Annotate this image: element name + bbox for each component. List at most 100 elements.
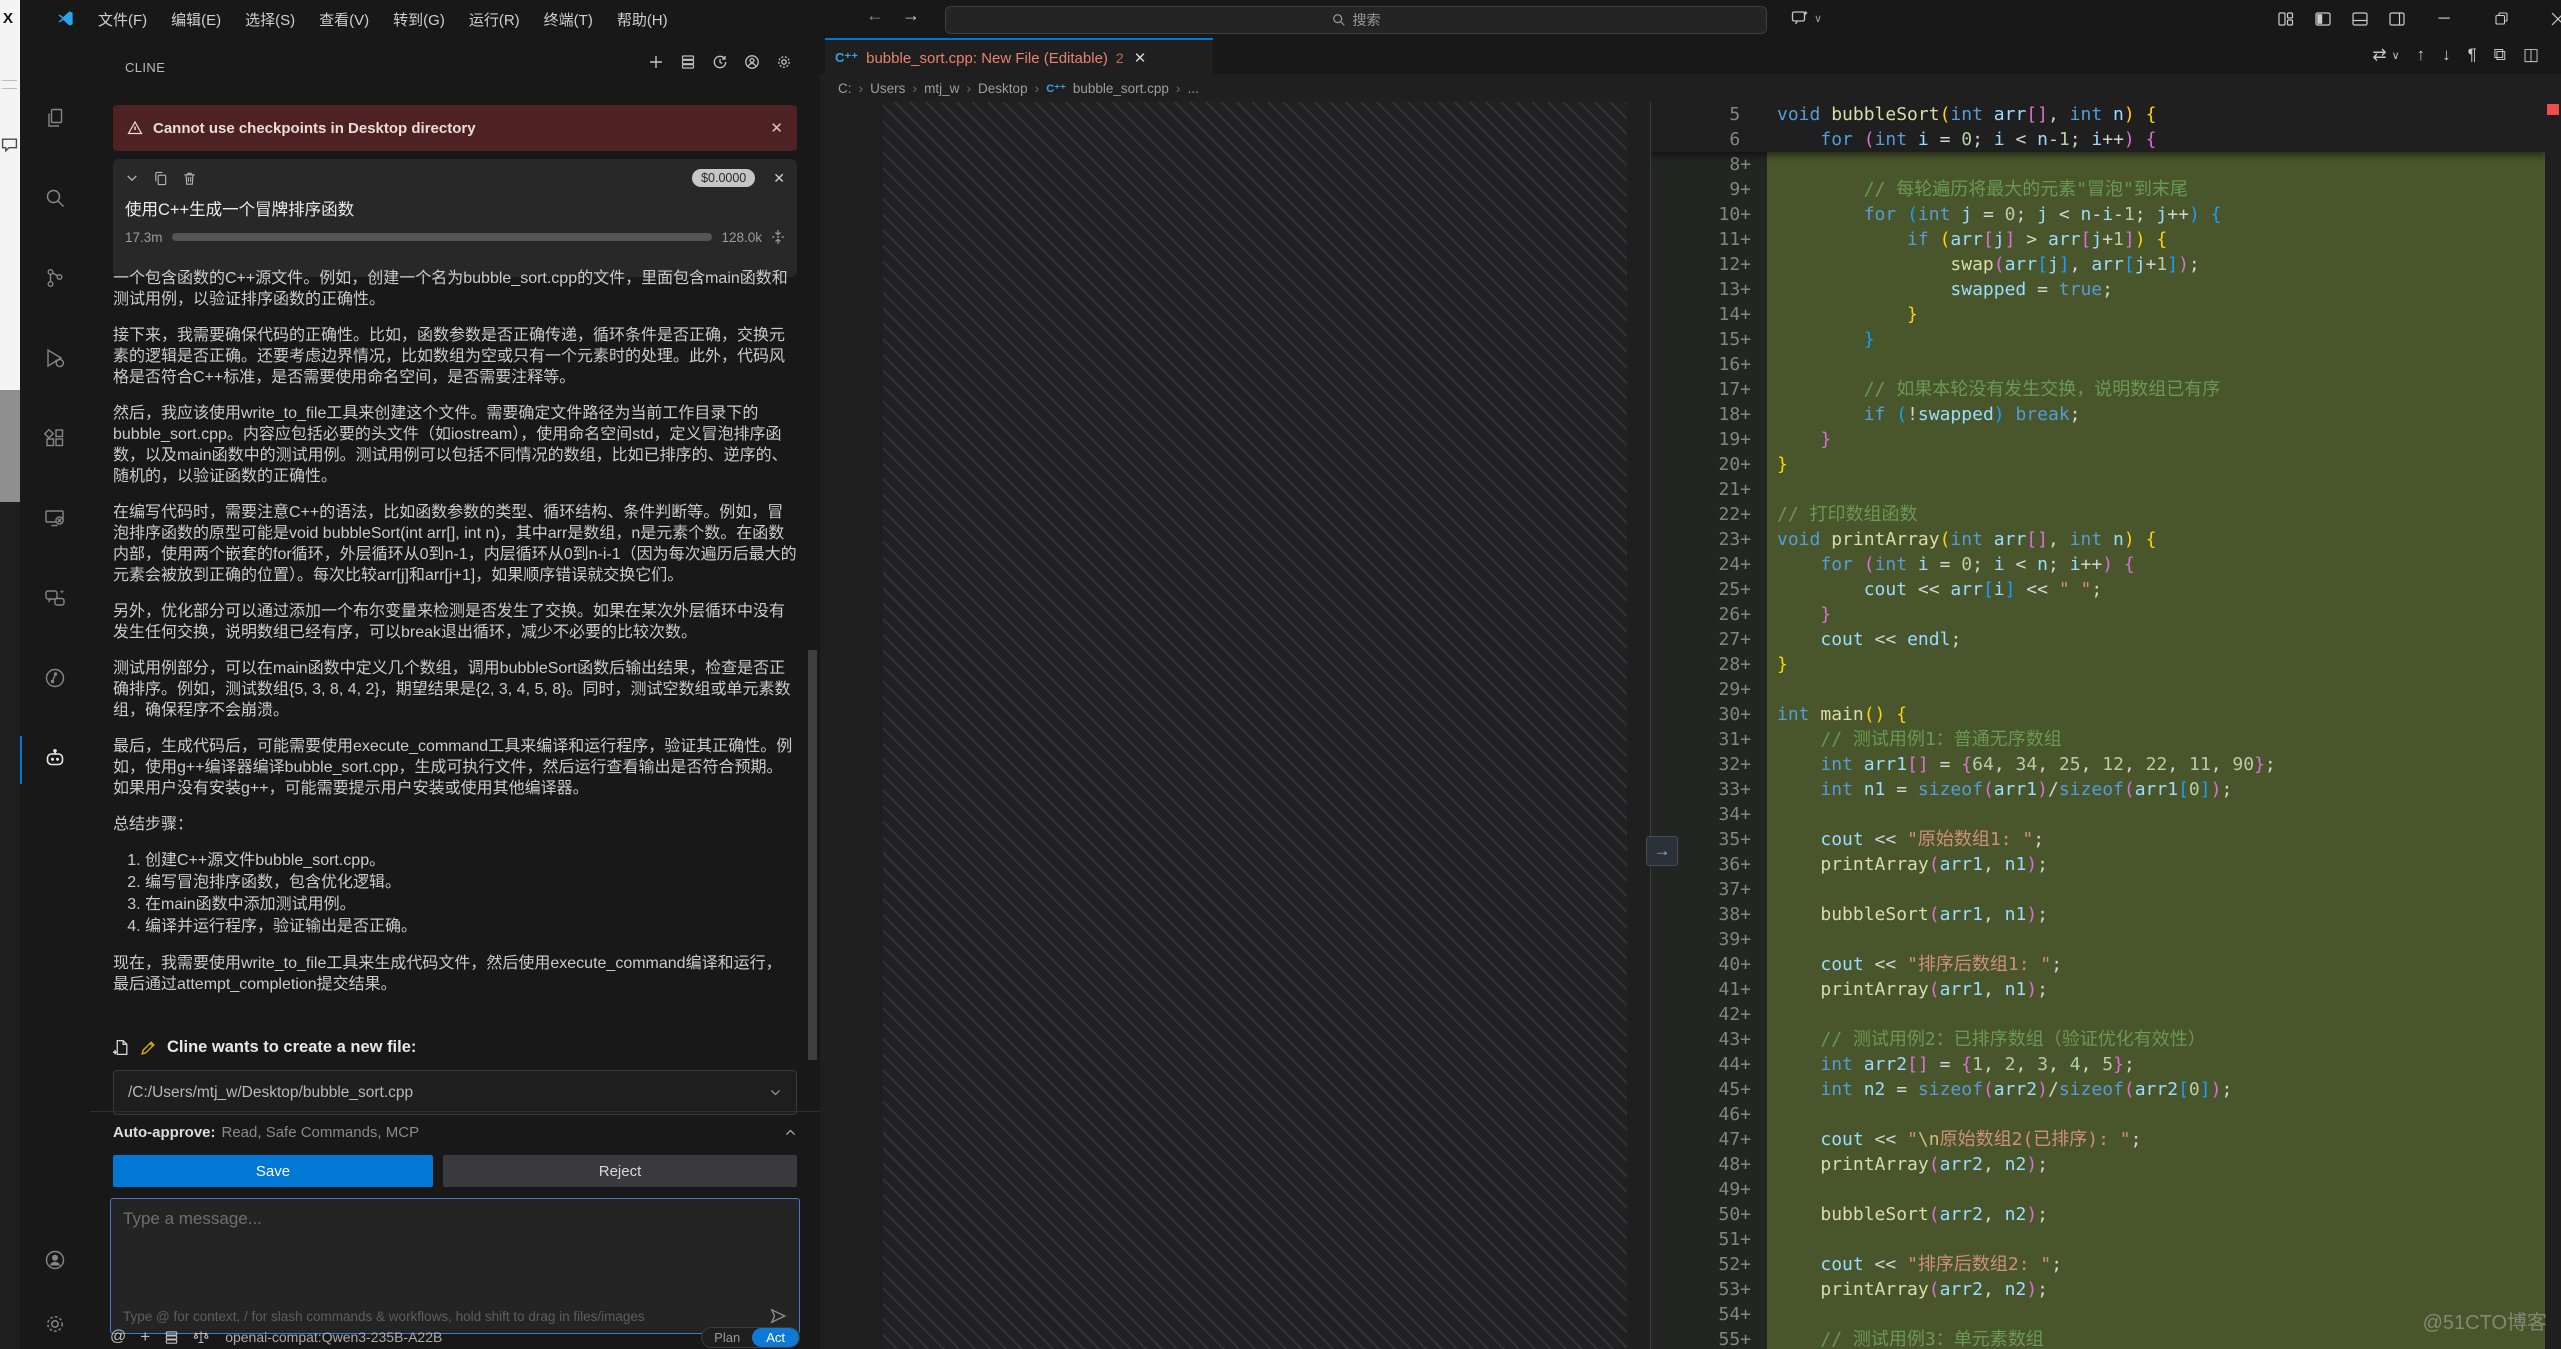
chevron-down-icon: [769, 1086, 782, 1099]
code-added-line: 26+ }: [1651, 602, 2545, 627]
line-number: 24+: [1651, 552, 1767, 577]
code-added-line: 17+ // 如果本轮没有发生交换，说明数组已有序: [1651, 377, 2545, 402]
tab-bubble-sort[interactable]: C⁺⁺ bubble_sort.cpp: New File (Editable)…: [825, 38, 1213, 76]
overview-ruler[interactable]: [2545, 102, 2561, 1349]
line-number: 5: [1651, 102, 1767, 127]
new-file-path-box[interactable]: /C:/Users/mtj_w/Desktop/bubble_sort.cpp: [113, 1070, 797, 1115]
plan-act-toggle[interactable]: Plan Act: [701, 1327, 800, 1348]
act-mode-option[interactable]: Act: [752, 1328, 799, 1347]
context-compress-icon[interactable]: [771, 229, 785, 245]
search-sidebar-icon[interactable]: [43, 186, 67, 210]
explorer-icon[interactable]: [43, 106, 67, 130]
breadcrumb-file[interactable]: bubble_sort.cpp: [1073, 81, 1169, 96]
menu-run[interactable]: 运行(R): [459, 5, 530, 34]
line-number: 8+: [1651, 152, 1767, 177]
breadcrumb-item[interactable]: C:: [838, 81, 852, 96]
toggle-secondary-sidebar-icon[interactable]: [2389, 11, 2405, 27]
restore-button[interactable]: [2478, 0, 2524, 37]
message-input[interactable]: Type a message... Type @ for context, / …: [110, 1198, 800, 1334]
customize-layout-icon[interactable]: [2278, 11, 2294, 27]
task-close-icon[interactable]: ✕: [773, 170, 785, 187]
copilot-chat-button[interactable]: ∨: [1790, 8, 1822, 28]
line-number: 31+: [1651, 727, 1767, 752]
code-added-line: 42+: [1651, 1002, 2545, 1027]
toggle-primary-sidebar-icon[interactable]: [2315, 11, 2331, 27]
menu-edit[interactable]: 编辑(E): [161, 5, 231, 34]
next-change-icon[interactable]: ↓: [2442, 45, 2451, 65]
toggle-panel-icon[interactable]: [2352, 11, 2368, 27]
source-control-graph-icon[interactable]: [43, 666, 67, 690]
task-delete-icon[interactable]: [182, 171, 197, 186]
menu-selection[interactable]: 选择(S): [235, 5, 305, 34]
task-collapse-chevron-icon[interactable]: [125, 171, 139, 185]
edit-file-icon: [140, 1039, 157, 1056]
nav-forward-icon[interactable]: →: [898, 5, 924, 26]
breadcrumb[interactable]: C:›Users›mtj_w›Desktop›C⁺⁺bubble_sort.cp…: [838, 74, 2561, 102]
run-debug-icon[interactable]: [43, 346, 67, 370]
code-sticky-line: 5 void bubbleSort(int arr[], int n) {: [1651, 102, 2545, 127]
tab-close-icon[interactable]: ✕: [1134, 49, 1147, 67]
model-selector[interactable]: openai-compat:Qwen3-235B-A22B: [225, 1329, 442, 1345]
line-number: 42+: [1651, 1002, 1767, 1027]
mcp-rack-icon[interactable]: [164, 1330, 179, 1345]
breadcrumb-more[interactable]: ...: [1188, 81, 1199, 96]
minimize-button[interactable]: ─: [2421, 0, 2467, 37]
mcp-servers-icon[interactable]: [680, 54, 696, 70]
breadcrumb-item[interactable]: mtj_w: [924, 81, 959, 96]
extensions-icon[interactable]: [43, 426, 67, 450]
task-copy-icon[interactable]: [153, 171, 168, 186]
line-number: 52+: [1651, 1252, 1767, 1277]
overlay-close-icon[interactable]: X: [3, 10, 13, 27]
code-added-line: 11+ if (arr[j] > arr[j+1]) {: [1651, 227, 2545, 252]
close-window-button[interactable]: [2535, 0, 2561, 37]
error-close-icon[interactable]: ✕: [770, 119, 783, 137]
save-button[interactable]: Save: [113, 1155, 433, 1187]
menu-go[interactable]: 转到(G): [383, 5, 455, 34]
open-preview-icon[interactable]: ⧉: [2494, 45, 2506, 65]
title-bar: 文件(F)编辑(E)选择(S)查看(V)转到(G)运行(R)终端(T)帮助(H)…: [0, 0, 2561, 39]
new-task-icon[interactable]: [648, 54, 664, 70]
remote-explorer-icon[interactable]: [43, 506, 67, 530]
source-control-icon[interactable]: [43, 266, 67, 290]
open-changes-icon[interactable]: ⇄: [2372, 45, 2386, 65]
menu-view[interactable]: 查看(V): [309, 5, 379, 34]
menu-terminal[interactable]: 终端(T): [534, 5, 603, 34]
add-context-icon[interactable]: +: [140, 1327, 150, 1347]
search-input[interactable]: 搜索: [945, 6, 1767, 34]
chat-sessions-icon[interactable]: [43, 586, 67, 610]
line-number: 17+: [1651, 377, 1767, 402]
rules-scale-icon[interactable]: [193, 1329, 209, 1345]
plan-mode-option[interactable]: Plan: [702, 1328, 752, 1347]
menu-help[interactable]: 帮助(H): [607, 5, 678, 34]
mention-icon[interactable]: @: [110, 1328, 126, 1346]
accounts-icon[interactable]: [43, 1248, 67, 1272]
line-number: 13+: [1651, 277, 1767, 302]
menu-file[interactable]: 文件(F): [88, 5, 157, 34]
cline-robot-icon[interactable]: [43, 746, 67, 770]
line-number: 53+: [1651, 1277, 1767, 1302]
line-number: 32+: [1651, 752, 1767, 777]
diff-revert-arrow-button[interactable]: →: [1646, 836, 1678, 866]
history-icon[interactable]: [712, 54, 728, 70]
chevron-down-icon[interactable]: ∨: [2392, 49, 2400, 62]
settings-gear-icon[interactable]: [43, 1312, 67, 1336]
breadcrumb-item[interactable]: Desktop: [978, 81, 1028, 96]
panel-scrollbar[interactable]: [808, 650, 817, 1060]
tool-request-header: Cline wants to create a new file:: [113, 1038, 416, 1057]
account-icon[interactable]: [744, 54, 760, 70]
line-number: 48+: [1651, 1152, 1767, 1177]
auto-approve-bar[interactable]: Auto-approve: Read, Safe Commands, MCP: [90, 1111, 820, 1152]
comment-bubble-icon[interactable]: [1, 136, 18, 153]
line-number: 39+: [1651, 927, 1767, 952]
split-editor-icon[interactable]: ◫: [2523, 45, 2539, 65]
warning-icon: [127, 120, 143, 136]
active-item-indicator: [20, 736, 22, 784]
whitespace-icon[interactable]: ¶: [2468, 45, 2477, 65]
nav-back-icon[interactable]: ←: [862, 5, 888, 26]
reject-button[interactable]: Reject: [443, 1155, 797, 1187]
panel-settings-gear-icon[interactable]: [776, 54, 792, 70]
diff-modified-pane[interactable]: 5 void bubbleSort(int arr[], int n) {6 f…: [1651, 102, 2545, 1349]
line-number: 11+: [1651, 227, 1767, 252]
breadcrumb-item[interactable]: Users: [870, 81, 905, 96]
previous-change-icon[interactable]: ↑: [2417, 45, 2426, 65]
